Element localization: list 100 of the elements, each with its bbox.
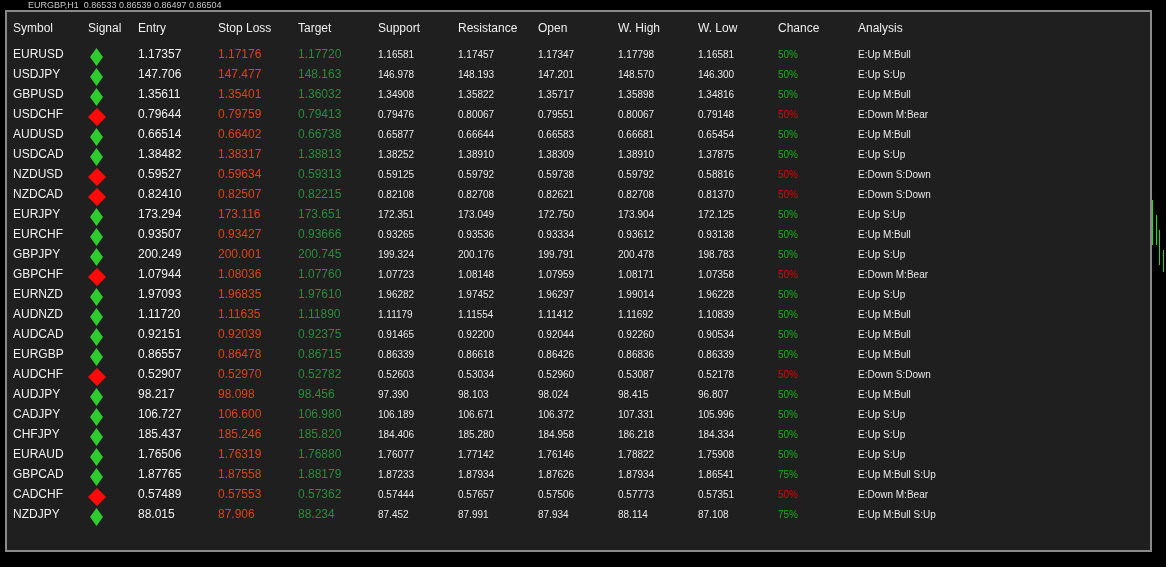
symbol-cell-text: NZDJPY xyxy=(13,506,61,523)
price-cell-text: 0.82708 xyxy=(618,187,656,202)
price-cell-text: 199.324 xyxy=(378,247,416,262)
price-cell-text: 0.57444 xyxy=(378,487,416,502)
analysis-cell-text: E:Up M:Bull xyxy=(858,327,912,342)
price-cell-text: 1.11179 xyxy=(378,307,414,322)
price-cell-text: 0.57506 xyxy=(538,487,576,502)
symbol-cell-text: USDCHF xyxy=(13,106,64,123)
price-cell-text: 0.52970 xyxy=(218,366,263,383)
price-cell-text: 1.07723 xyxy=(378,267,416,282)
symbol-cell-text: CADCHF xyxy=(13,486,64,503)
price-cell-text: 1.16581 xyxy=(698,47,736,62)
price-cell-text: 0.52960 xyxy=(538,367,576,382)
price-cell-text: 1.97452 xyxy=(458,287,496,302)
price-cell-text: 147.706 xyxy=(138,66,183,83)
analysis-cell-text: E:Up M:Bull xyxy=(858,227,912,242)
column-header: Analysis xyxy=(858,20,904,37)
price-cell-text: 0.52603 xyxy=(378,367,416,382)
symbol-cell-text: AUDUSD xyxy=(13,126,65,143)
price-cell-text: 0.93666 xyxy=(298,226,343,243)
price-cell-text: 0.93427 xyxy=(218,226,263,243)
chance-cell-text: 50% xyxy=(778,247,799,262)
price-cell-text: 0.59792 xyxy=(618,167,656,182)
chance-cell-text: 50% xyxy=(778,387,799,402)
price-cell-text: 0.57489 xyxy=(138,486,183,503)
price-cell-text: 106.980 xyxy=(298,406,343,423)
price-cell-text: 184.334 xyxy=(698,427,736,442)
price-cell-text: 0.93138 xyxy=(698,227,736,242)
price-cell-text: 0.93536 xyxy=(458,227,496,242)
price-cell-text: 0.79644 xyxy=(138,106,183,123)
price-cell-text: 185.280 xyxy=(458,427,496,442)
price-cell-text: 0.93507 xyxy=(138,226,183,243)
price-cell-text: 1.38813 xyxy=(298,146,343,163)
price-cell-text: 172.750 xyxy=(538,207,576,222)
analysis-cell-text: E:Down M:Bear xyxy=(858,107,930,122)
price-cell-text: 98.024 xyxy=(538,387,570,402)
price-cell-text: 1.77142 xyxy=(458,447,496,462)
price-cell-text: 1.08171 xyxy=(618,267,656,282)
price-cell-text: 1.38252 xyxy=(378,147,416,162)
price-cell-text: 105.996 xyxy=(698,407,736,422)
price-cell-text: 1.07944 xyxy=(138,266,183,283)
price-cell-text: 0.80067 xyxy=(458,107,496,122)
price-cell-text: 1.76319 xyxy=(218,446,263,463)
symbol-cell-text: AUDCHF xyxy=(13,366,64,383)
symbol-cell-text: CHFJPY xyxy=(13,426,61,443)
column-header: Target xyxy=(298,20,333,37)
chance-cell-text: 50% xyxy=(778,367,799,382)
price-cell-text: 146.978 xyxy=(378,67,416,82)
price-cell-text: 1.99014 xyxy=(618,287,656,302)
analysis-cell-text: E:Up M:Bull xyxy=(858,127,912,142)
chance-cell-text: 50% xyxy=(778,187,799,202)
price-cell-text: 0.86836 xyxy=(618,347,656,362)
column-header: Support xyxy=(378,20,422,37)
price-cell-text: 0.82215 xyxy=(298,186,343,203)
price-cell-text: 173.651 xyxy=(298,206,343,223)
price-cell-text: 1.88179 xyxy=(298,466,343,483)
price-cell-text: 0.59313 xyxy=(298,166,343,183)
analysis-cell-text: E:Up S:Up xyxy=(858,287,907,302)
price-cell-text: 1.96297 xyxy=(538,287,576,302)
price-cell-text: 200.249 xyxy=(138,246,183,263)
price-cell-text: 1.11890 xyxy=(298,306,342,323)
column-header: Resistance xyxy=(458,20,519,37)
price-cell-text: 1.96282 xyxy=(378,287,416,302)
chance-cell-text: 50% xyxy=(778,67,799,82)
price-cell-text: 1.34816 xyxy=(698,87,736,102)
chance-cell-text: 50% xyxy=(778,227,799,242)
price-cell-text: 106.727 xyxy=(138,406,183,423)
analysis-cell-text: E:Up S:Up xyxy=(858,207,907,222)
chance-cell-text: 50% xyxy=(778,427,799,442)
price-cell-text: 0.79476 xyxy=(378,107,416,122)
price-cell-text: 1.38317 xyxy=(218,146,263,163)
analysis-cell-text: E:Up S:Up xyxy=(858,67,907,82)
analysis-cell-text: E:Up S:Up xyxy=(858,447,907,462)
price-cell-text: 173.116 xyxy=(218,206,262,223)
chance-cell-text: 50% xyxy=(778,447,799,462)
price-cell-text: 0.59738 xyxy=(538,167,576,182)
symbol-cell-text: EURJPY xyxy=(13,206,62,223)
analysis-cell-text: E:Down S:Down xyxy=(858,367,932,382)
price-cell-text: 0.66583 xyxy=(538,127,576,142)
price-cell-text: 0.53034 xyxy=(458,367,496,382)
price-cell-text: 0.66644 xyxy=(458,127,496,142)
price-cell-text: 0.82708 xyxy=(458,187,496,202)
price-cell-text: 1.87934 xyxy=(618,467,656,482)
price-cell-text: 0.57553 xyxy=(218,486,263,503)
analysis-cell-text: E:Down S:Down xyxy=(858,187,932,202)
chance-cell-text: 50% xyxy=(778,487,799,502)
price-cell-text: 1.35898 xyxy=(618,87,656,102)
price-cell-text: 106.189 xyxy=(378,407,416,422)
price-cell-text: 1.97093 xyxy=(138,286,183,303)
price-cell-text: 0.58816 xyxy=(698,167,736,182)
column-header: W. High xyxy=(618,20,661,37)
analysis-cell-text: E:Up M:Bull xyxy=(858,347,912,362)
price-cell-text: 0.57362 xyxy=(298,486,343,503)
chance-cell-text: 75% xyxy=(778,507,799,522)
symbol-cell-text: USDCAD xyxy=(13,146,65,163)
price-cell-text: 0.52782 xyxy=(298,366,343,383)
price-cell-text: 1.35717 xyxy=(538,87,576,102)
analysis-cell-text: E:Up S:Up xyxy=(858,147,907,162)
price-cell-text: 1.07959 xyxy=(538,267,576,282)
price-cell-text: 0.82621 xyxy=(538,187,576,202)
